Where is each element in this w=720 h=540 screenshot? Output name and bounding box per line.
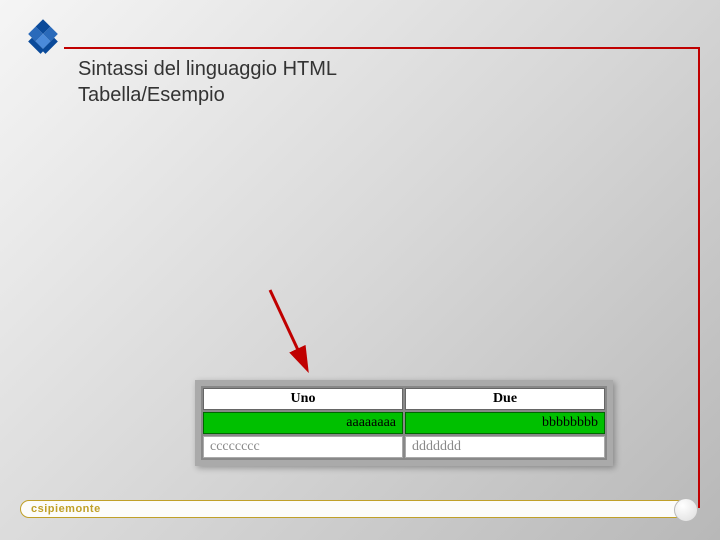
brand-logo — [22, 18, 64, 60]
pointer-arrow-icon — [260, 280, 320, 385]
example-table: Uno Due aaaaaaaa bbbbbbbb cccccccc ddddd… — [201, 386, 607, 460]
table-header-cell: Due — [405, 388, 605, 410]
table-cell: aaaaaaaa — [203, 412, 403, 434]
title-line-1: Sintassi del linguaggio HTML — [78, 56, 337, 82]
slide-title: Sintassi del linguaggio HTML Tabella/Ese… — [78, 56, 337, 108]
page-indicator-dot — [674, 498, 698, 522]
table-cell: ddddddd — [405, 436, 605, 458]
title-line-2: Tabella/Esempio — [78, 82, 337, 108]
right-rule — [698, 47, 700, 508]
header-rule — [64, 47, 700, 49]
example-table-container: Uno Due aaaaaaaa bbbbbbbb cccccccc ddddd… — [195, 380, 613, 466]
table-header-row: Uno Due — [203, 388, 605, 410]
table-header-cell: Uno — [203, 388, 403, 410]
table-row: cccccccc ddddddd — [203, 436, 605, 458]
footer-bar: csipiemonte — [20, 500, 690, 518]
table-row: aaaaaaaa bbbbbbbb — [203, 412, 605, 434]
footer-brand-text: csipiemonte — [31, 503, 101, 515]
table-cell: cccccccc — [203, 436, 403, 458]
table-cell: bbbbbbbb — [405, 412, 605, 434]
